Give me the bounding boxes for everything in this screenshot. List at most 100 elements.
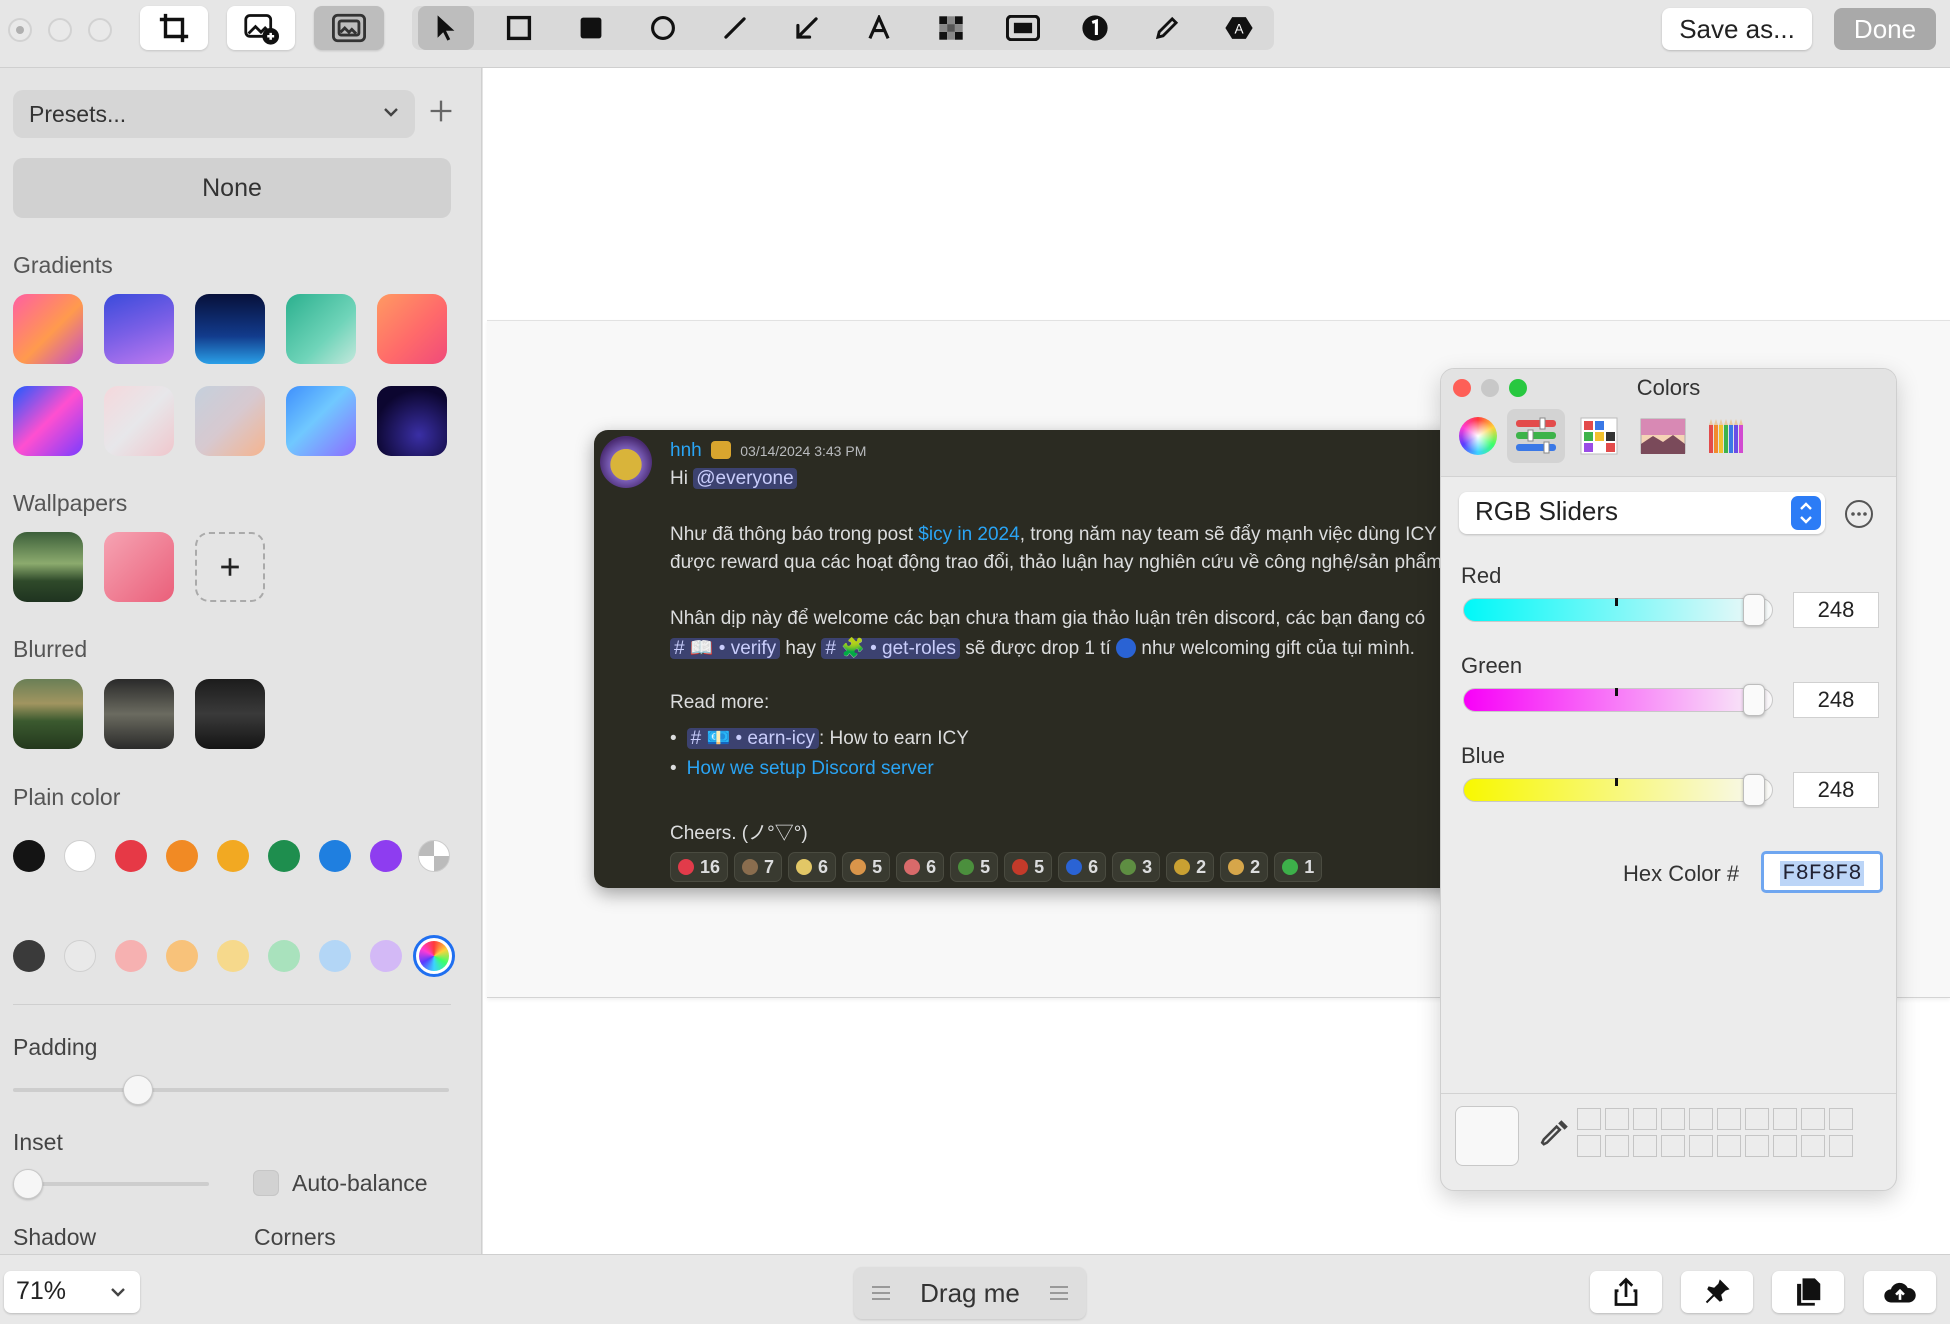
gradient-swatch-2[interactable] — [104, 294, 174, 364]
saved-swatch-cell[interactable] — [1633, 1135, 1657, 1157]
add-preset-icon[interactable] — [428, 98, 454, 124]
reaction-7[interactable]: 5 — [1004, 852, 1053, 882]
plain-color-swatch-2-1[interactable] — [13, 940, 45, 972]
plain-color-swatch-2-5[interactable] — [217, 940, 249, 972]
blurred-swatch-3[interactable] — [195, 679, 265, 749]
plain-color-swatch-1-3[interactable] — [115, 840, 147, 872]
saved-swatch-cell[interactable] — [1773, 1108, 1797, 1130]
add-wallpaper-button[interactable] — [195, 532, 265, 602]
gradient-swatch-6[interactable] — [13, 386, 83, 456]
verify-channel-chip[interactable]: # 📖 • verify — [670, 638, 781, 659]
plain-color-swatch-2-8[interactable] — [370, 940, 402, 972]
tab-sliders[interactable] — [1507, 409, 1565, 463]
gradient-swatch-8[interactable] — [195, 386, 265, 456]
plain-color-swatch-1-5[interactable] — [217, 840, 249, 872]
reaction-9[interactable]: 3 — [1112, 852, 1161, 882]
plain-color-swatch-1-8[interactable] — [370, 840, 402, 872]
redact-tool[interactable]: A — [1211, 6, 1267, 50]
wallpaper-swatch-1[interactable] — [13, 532, 83, 602]
transparent-color-swatch[interactable] — [418, 840, 450, 872]
share-button[interactable] — [1590, 1271, 1662, 1313]
rectangle-outline-tool[interactable] — [491, 6, 547, 50]
plain-color-swatch-2-2[interactable] — [64, 940, 96, 972]
get-roles-channel-chip[interactable]: # 🧩 • get-roles — [821, 638, 960, 659]
saved-swatch-cell[interactable] — [1661, 1135, 1685, 1157]
gradient-swatch-4[interactable] — [286, 294, 356, 364]
hex-color-field[interactable]: F8F8F8 — [1761, 851, 1883, 893]
saved-swatch-cell[interactable] — [1689, 1108, 1713, 1130]
reaction-6[interactable]: 5 — [950, 852, 999, 882]
plain-color-swatch-1-1[interactable] — [13, 840, 45, 872]
background-tool-button[interactable] — [314, 6, 384, 50]
inset-slider-thumb[interactable] — [13, 1169, 43, 1199]
red-value-field[interactable]: 248 — [1793, 592, 1879, 628]
reaction-12[interactable]: 1 — [1274, 852, 1323, 882]
green-value-field[interactable]: 248 — [1793, 682, 1879, 718]
earn-icy-channel-chip[interactable]: # 💶 • earn-icy — [686, 728, 819, 749]
saved-swatch-cell[interactable] — [1661, 1108, 1685, 1130]
reaction-11[interactable]: 2 — [1220, 852, 1269, 882]
blue-value-field[interactable]: 248 — [1793, 772, 1879, 808]
everyone-mention[interactable]: @everyone — [693, 468, 797, 489]
gradient-swatch-3[interactable] — [195, 294, 265, 364]
red-slider-thumb[interactable] — [1743, 594, 1766, 626]
highlight-tool[interactable] — [995, 6, 1051, 50]
drag-handle[interactable]: Drag me — [854, 1267, 1086, 1319]
gradient-swatch-9[interactable] — [286, 386, 356, 456]
pointer-tool[interactable] — [418, 6, 474, 50]
plain-color-swatch-1-4[interactable] — [166, 840, 198, 872]
current-color-well[interactable] — [1455, 1106, 1519, 1166]
red-slider[interactable] — [1463, 598, 1773, 622]
eyedropper-button[interactable] — [1539, 1116, 1571, 1155]
gradient-swatch-5[interactable] — [377, 294, 447, 364]
line-tool[interactable] — [707, 6, 763, 50]
add-image-button[interactable] — [227, 6, 295, 50]
copy-button[interactable] — [1772, 1271, 1844, 1313]
gradient-swatch-10[interactable] — [377, 386, 447, 456]
green-slider-thumb[interactable] — [1743, 684, 1766, 716]
saved-swatch-cell[interactable] — [1717, 1135, 1741, 1157]
saved-swatch-cell[interactable] — [1801, 1108, 1825, 1130]
rectangle-filled-tool[interactable] — [563, 6, 619, 50]
saved-swatch-cell[interactable] — [1801, 1135, 1825, 1157]
color-mode-select[interactable]: RGB Sliders — [1459, 492, 1825, 534]
saved-swatch-cell[interactable] — [1773, 1135, 1797, 1157]
window-zoom-button[interactable] — [88, 18, 112, 42]
saved-swatch-cell[interactable] — [1689, 1135, 1713, 1157]
saved-swatch-cell[interactable] — [1605, 1108, 1629, 1130]
arrow-tool[interactable] — [779, 6, 835, 50]
saved-swatch-cell[interactable] — [1829, 1135, 1853, 1157]
saved-swatch-cell[interactable] — [1605, 1135, 1629, 1157]
auto-balance-checkbox[interactable] — [253, 1170, 279, 1196]
counter-tool[interactable] — [1067, 6, 1123, 50]
save-as-button[interactable]: Save as... — [1662, 8, 1812, 50]
reaction-4[interactable]: 5 — [842, 852, 891, 882]
tab-image-palette[interactable] — [1634, 409, 1692, 463]
reaction-2[interactable]: 7 — [734, 852, 783, 882]
saved-swatch-cell[interactable] — [1745, 1108, 1769, 1130]
text-tool[interactable] — [851, 6, 907, 50]
pin-button[interactable] — [1681, 1271, 1753, 1313]
crop-tool-button[interactable] — [140, 6, 208, 50]
icy-2024-link[interactable]: $icy in 2024 — [918, 524, 1019, 545]
plain-color-swatch-2-6[interactable] — [268, 940, 300, 972]
presets-dropdown[interactable]: Presets... — [13, 90, 415, 138]
saved-swatch-cell[interactable] — [1577, 1108, 1601, 1130]
tab-color-wheel[interactable] — [1449, 409, 1507, 463]
blurred-swatch-1[interactable] — [13, 679, 83, 749]
window-close-button[interactable] — [8, 18, 32, 42]
plain-color-swatch-1-7[interactable] — [319, 840, 351, 872]
gradient-swatch-7[interactable] — [104, 386, 174, 456]
tab-pencils[interactable] — [1698, 409, 1756, 463]
saved-swatch-cell[interactable] — [1577, 1135, 1601, 1157]
zoom-select[interactable]: 71% — [4, 1271, 140, 1313]
saved-swatch-cell[interactable] — [1745, 1135, 1769, 1157]
plain-color-swatch-2-3[interactable] — [115, 940, 147, 972]
reaction-1[interactable]: 16 — [670, 852, 729, 882]
blue-slider-thumb[interactable] — [1743, 774, 1766, 806]
window-minimize-button[interactable] — [48, 18, 72, 42]
plain-color-swatch-1-2[interactable] — [64, 840, 96, 872]
reaction-3[interactable]: 6 — [788, 852, 837, 882]
saved-swatch-cell[interactable] — [1717, 1108, 1741, 1130]
wallpaper-swatch-2[interactable] — [104, 532, 174, 602]
